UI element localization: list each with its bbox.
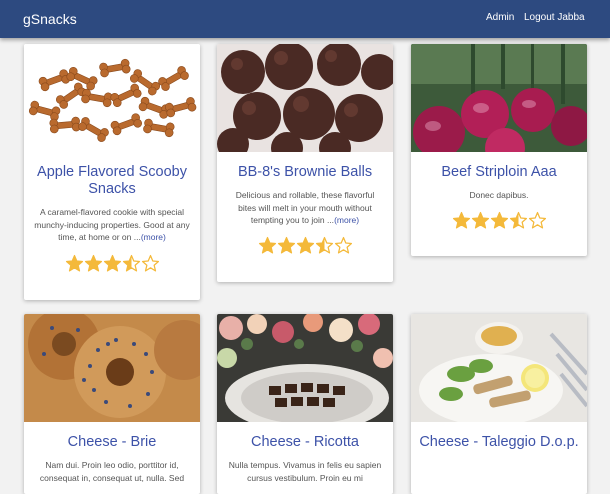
snack-title[interactable]: Beef Striploin Aaa [419, 164, 579, 181]
star-half-icon[interactable] [509, 211, 528, 230]
snack-description: Nulla tempus. Vivamus in felis eu sapien… [228, 460, 382, 483]
star-filled-icon[interactable] [296, 236, 315, 255]
star-filled-icon[interactable] [452, 211, 471, 230]
star-rating[interactable] [24, 254, 200, 274]
snack-title[interactable]: Cheese - Ricotta [225, 434, 385, 451]
snack-title[interactable]: Cheese - Taleggio D.o.p. [419, 434, 579, 451]
star-rating[interactable] [217, 236, 393, 256]
more-link[interactable]: (more) [141, 232, 166, 242]
logout-link[interactable]: Logout Jabba [524, 12, 585, 23]
snack-card[interactable]: Apple Flavored Scooby Snacks A caramel-f… [24, 44, 200, 300]
snack-card[interactable]: Cheese - Taleggio D.o.p. [411, 314, 587, 494]
snack-description: Donec dapibus. [469, 190, 529, 200]
star-half-icon[interactable] [315, 236, 334, 255]
snack-title[interactable]: Apple Flavored Scooby Snacks [32, 164, 192, 198]
brand-logo[interactable]: gSnacks [23, 11, 77, 27]
snack-card[interactable]: Cheese - Ricotta Nulla tempus. Vivamus i… [217, 314, 393, 494]
snack-image-salad-plate[interactable] [411, 314, 587, 422]
snack-card[interactable]: Cheese - Brie Nam dui. Proin leo odio, p… [24, 314, 200, 494]
more-link[interactable]: (more) [334, 215, 359, 225]
star-half-icon[interactable] [122, 254, 141, 273]
star-filled-icon[interactable] [65, 254, 84, 273]
admin-link[interactable]: Admin [486, 12, 514, 23]
snack-description: Delicious and rollable, these flavorful … [235, 190, 375, 225]
star-empty-icon[interactable] [528, 211, 547, 230]
snack-title[interactable]: BB-8's Brownie Balls [225, 164, 385, 181]
snack-image-bagels[interactable] [24, 314, 200, 422]
star-empty-icon[interactable] [141, 254, 160, 273]
snack-card[interactable]: Beef Striploin Aaa Donec dapibus. [411, 44, 587, 256]
star-filled-icon[interactable] [258, 236, 277, 255]
snack-image-brownie-balls[interactable] [217, 44, 393, 152]
star-filled-icon[interactable] [277, 236, 296, 255]
star-rating[interactable] [411, 211, 587, 231]
star-filled-icon[interactable] [103, 254, 122, 273]
snack-image-chocolates-flowers[interactable] [217, 314, 393, 422]
navbar: gSnacks Admin Logout Jabba [0, 0, 610, 38]
star-filled-icon[interactable] [490, 211, 509, 230]
star-empty-icon[interactable] [334, 236, 353, 255]
snack-description: Nam dui. Proin leo odio, porttitor id, c… [39, 460, 185, 483]
snack-image-dog-biscuits[interactable] [24, 44, 200, 152]
star-filled-icon[interactable] [471, 211, 490, 230]
star-filled-icon[interactable] [84, 254, 103, 273]
snack-image-red-onions[interactable] [411, 44, 587, 152]
snack-title[interactable]: Cheese - Brie [32, 434, 192, 451]
snack-description: A caramel-flavored cookie with special m… [34, 207, 190, 242]
snack-card[interactable]: BB-8's Brownie Balls Delicious and rolla… [217, 44, 393, 282]
